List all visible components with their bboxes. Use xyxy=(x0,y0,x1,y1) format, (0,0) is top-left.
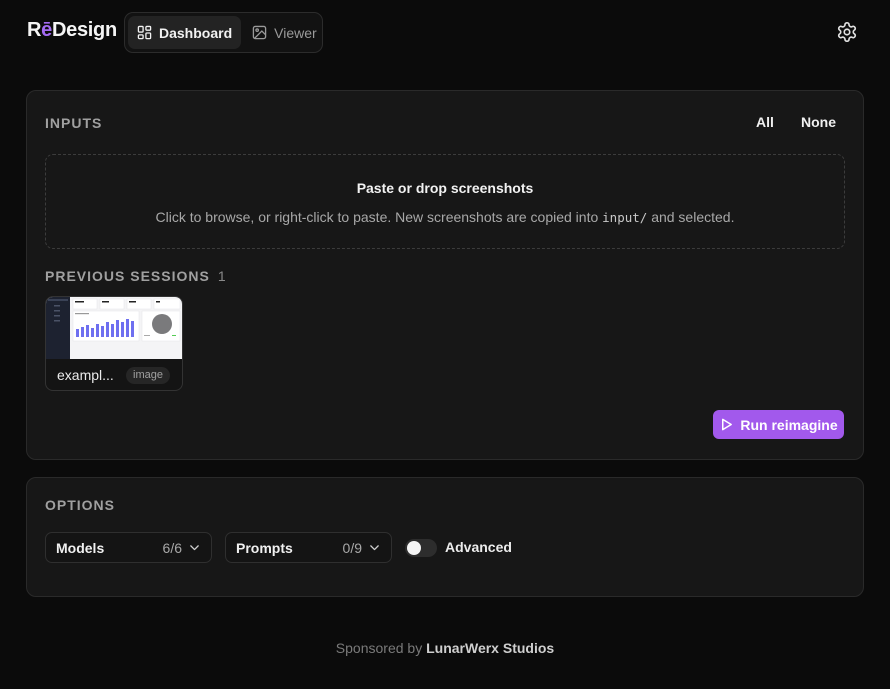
inputs-card: INPUTS All None Paste or drop screenshot… xyxy=(26,90,864,460)
session-name: exampl... xyxy=(57,367,114,383)
run-reimagine-label: Run reimagine xyxy=(740,416,838,433)
dropzone-subtitle: Click to browse, or right-click to paste… xyxy=(155,209,735,225)
previous-sessions-title: PREVIOUS SESSIONS 1 xyxy=(45,268,226,284)
models-label: Models xyxy=(56,539,105,556)
advanced-toggle[interactable] xyxy=(405,539,437,557)
advanced-label: Advanced xyxy=(445,539,512,555)
models-dropdown[interactable]: Models 6/6 xyxy=(45,532,212,563)
chevron-down-icon xyxy=(370,545,379,551)
session-card[interactable]: exampl... image xyxy=(45,296,183,391)
top-bar: RēDesign Dashboard Viewer xyxy=(0,0,890,64)
select-all-button[interactable]: All xyxy=(756,114,774,130)
footer: Sponsored by LunarWerx Studios xyxy=(0,640,890,656)
dropzone-title: Paste or drop screenshots xyxy=(356,180,534,196)
chevron-down-icon xyxy=(190,545,199,551)
tab-viewer[interactable]: Viewer xyxy=(243,16,326,49)
prompts-label: Prompts xyxy=(236,539,293,556)
tab-viewer-label: Viewer xyxy=(274,24,317,41)
inputs-title: INPUTS xyxy=(45,115,103,131)
tab-dashboard-label: Dashboard xyxy=(159,24,233,41)
screenshot-dropzone[interactable]: Paste or drop screenshots Click to brows… xyxy=(45,154,845,249)
input-folder-path: input/ xyxy=(602,210,648,225)
previous-sessions-count: 1 xyxy=(217,268,226,284)
image-icon xyxy=(252,25,267,40)
footer-studio-link[interactable]: LunarWerx Studios xyxy=(426,640,554,656)
footer-prefix: Sponsored by xyxy=(335,640,423,656)
tab-dashboard[interactable]: Dashboard xyxy=(128,16,242,49)
session-type-badge: image xyxy=(126,367,170,384)
main-nav: Dashboard Viewer xyxy=(124,12,323,53)
session-thumbnail xyxy=(46,297,182,359)
options-title: OPTIONS xyxy=(45,497,116,513)
models-count: 6/6 xyxy=(162,539,182,556)
select-none-button[interactable]: None xyxy=(801,114,836,130)
run-reimagine-button[interactable]: Run reimagine xyxy=(713,410,844,439)
prompts-dropdown[interactable]: Prompts 0/9 xyxy=(225,532,392,563)
app-logo[interactable]: RēDesign xyxy=(27,19,117,42)
prompts-count: 0/9 xyxy=(342,539,362,556)
options-card: OPTIONS Models 6/6 Prompts 0/9 Advanced xyxy=(26,477,864,597)
gear-icon[interactable] xyxy=(836,21,858,43)
toggle-knob xyxy=(407,541,421,555)
dashboard-icon xyxy=(137,25,152,40)
play-icon xyxy=(722,418,733,431)
